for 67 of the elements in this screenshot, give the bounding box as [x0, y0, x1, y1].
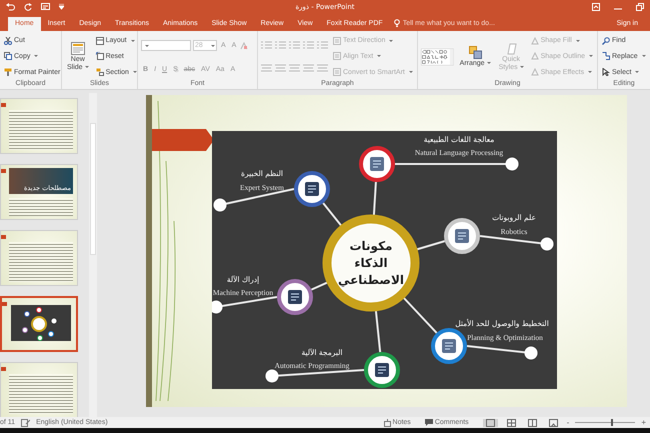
lightbulb-icon: [394, 19, 400, 27]
paintbrush-icon: [4, 68, 12, 76]
decrease-indent-icon[interactable]: [289, 40, 300, 49]
zoom-slider-thumb[interactable]: [611, 419, 614, 426]
center-title: الذكاء: [354, 256, 388, 270]
zoom-out-button[interactable]: -: [566, 418, 570, 427]
clear-formatting-icon[interactable]: [240, 42, 248, 50]
search-icon: [602, 36, 610, 45]
topic-node: [364, 352, 400, 388]
align-center-icon[interactable]: [275, 64, 286, 72]
copy-icon: [4, 52, 12, 60]
comment-icon: [424, 419, 433, 426]
numbered-list-icon[interactable]: [275, 40, 286, 49]
slide-thumbnail[interactable]: [0, 362, 78, 417]
justify-icon[interactable]: [303, 64, 314, 72]
connector-line: [311, 281, 328, 291]
scissors-icon: [4, 36, 12, 45]
connector-line: [402, 296, 438, 334]
slide-thumbnail[interactable]: [0, 98, 78, 154]
connector-line: [372, 182, 377, 216]
reset-icon: [96, 52, 104, 60]
caret-icon: [34, 55, 38, 58]
restore-icon[interactable]: [636, 3, 644, 11]
replace-icon: [602, 52, 610, 60]
customize-caret-icon[interactable]: [59, 4, 64, 10]
pointer-icon: [602, 68, 610, 76]
zoom-in-button[interactable]: +: [641, 418, 646, 427]
spelling-icon[interactable]: [21, 418, 30, 426]
ribbon-display-icon[interactable]: [592, 3, 600, 11]
center-title: الاصطناعي: [338, 273, 404, 287]
quick-styles-icon: [504, 42, 518, 55]
line-spacing-icon[interactable]: [317, 40, 328, 49]
view-button[interactable]: [482, 418, 498, 426]
redo-icon[interactable]: [24, 3, 32, 11]
scroll-bar[interactable]: [89, 93, 97, 417]
branch-line: [212, 296, 278, 314]
mind-map-thumbnail-drawing: [11, 305, 71, 341]
increase-indent-icon[interactable]: [303, 40, 314, 49]
section-icon: [96, 68, 104, 76]
caret-icon: [635, 71, 640, 74]
connector-line: [374, 310, 382, 352]
font-name-field[interactable]: [141, 40, 191, 52]
caret-icon: [132, 71, 137, 74]
slide-icon: [70, 42, 85, 55]
topic-node: [431, 328, 467, 364]
connector-line: [322, 202, 342, 227]
notes-icon: [384, 418, 391, 426]
slide-thumbnail[interactable]: [0, 230, 78, 286]
caret-icon: [642, 55, 646, 58]
caret-icon: [130, 40, 135, 42]
arrow-banner-shape: [152, 129, 214, 151]
branch-line: [466, 345, 538, 360]
topic-node: [294, 171, 330, 207]
undo-icon[interactable]: [6, 3, 15, 11]
topic-node: [444, 218, 480, 254]
topic-node: [359, 146, 395, 182]
center-title: مكونات: [350, 239, 392, 253]
topic-node: [277, 279, 313, 315]
align-left-icon[interactable]: [261, 64, 272, 72]
presentation-icon[interactable]: [41, 3, 50, 11]
arrange-icon: [468, 46, 482, 59]
layout-icon: [96, 36, 104, 45]
bullet-list-icon[interactable]: [261, 40, 272, 49]
connector-line: [416, 240, 446, 251]
columns-icon[interactable]: [317, 64, 328, 72]
slide-thumbnail[interactable]: [0, 296, 78, 352]
align-right-icon[interactable]: [289, 64, 300, 72]
